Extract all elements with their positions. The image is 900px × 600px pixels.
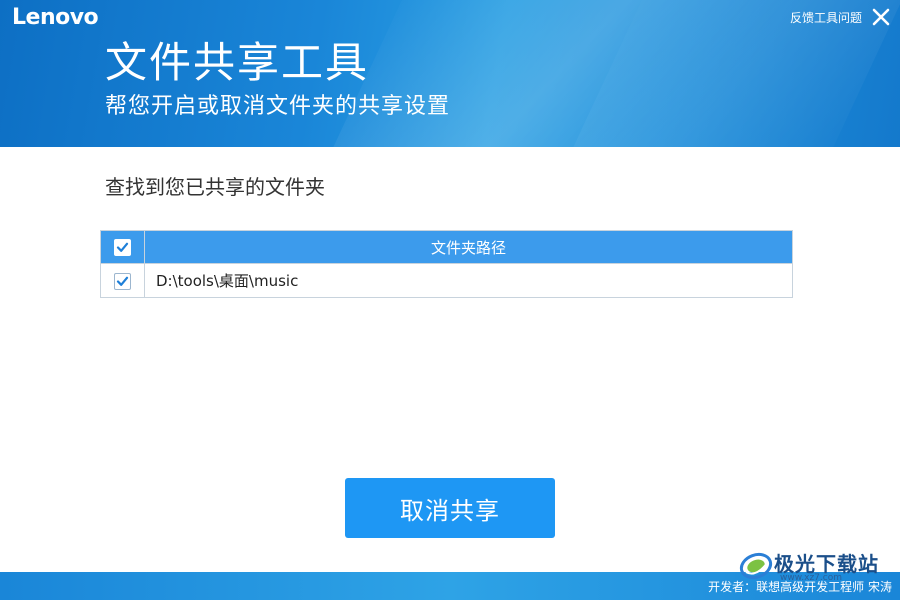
close-button[interactable] <box>870 6 892 28</box>
row-checkbox[interactable] <box>114 273 131 290</box>
checkmark-icon <box>116 276 129 286</box>
app-subtitle: 帮您开启或取消文件夹的共享设置 <box>105 94 451 119</box>
select-all-cell <box>100 230 145 264</box>
checkmark-icon <box>116 242 129 252</box>
table-row: D:\tools\桌面\music <box>100 263 793 298</box>
feedback-link[interactable]: 反馈工具问题 <box>790 9 862 26</box>
table-header-row: 文件夹路径 <box>100 230 793 264</box>
section-heading: 查找到您已共享的文件夹 <box>105 175 325 199</box>
watermark-url: www.xz7.com <box>780 573 842 583</box>
folder-path-cell: D:\tools\桌面\music <box>144 263 793 298</box>
folder-path-column-header: 文件夹路径 <box>144 230 793 264</box>
lenovo-logo: Lenovo <box>12 5 99 30</box>
close-icon <box>872 8 890 26</box>
aurora-logo-icon <box>739 552 773 580</box>
row-check-cell <box>100 263 145 298</box>
cancel-share-button[interactable]: 取消共享 <box>345 478 555 538</box>
app-title: 文件共享工具 <box>105 38 370 87</box>
select-all-checkbox[interactable] <box>114 239 131 256</box>
watermark: 极光下载站 www.xz7.com <box>738 546 898 586</box>
header-banner: Lenovo 反馈工具问题 文件共享工具 帮您开启或取消文件夹的共享设置 <box>0 0 900 147</box>
shared-folder-table: 文件夹路径 D:\tools\桌面\music <box>100 230 793 298</box>
